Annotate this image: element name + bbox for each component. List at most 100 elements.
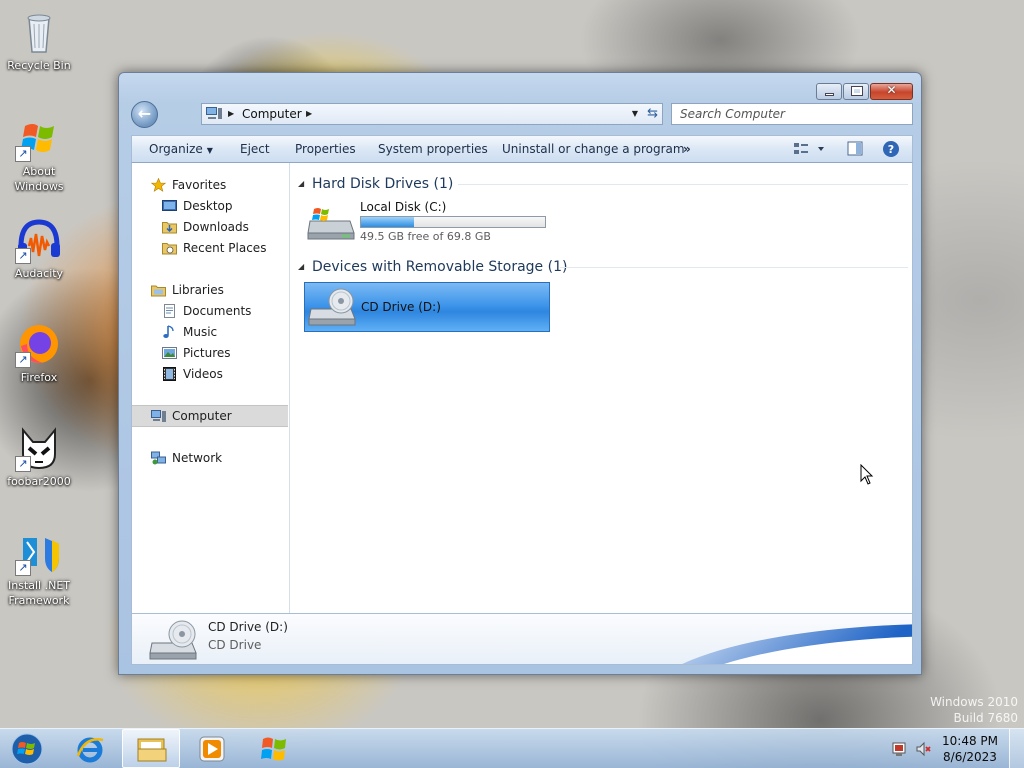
- nav-item-computer[interactable]: Computer: [132, 405, 288, 427]
- desktop-icon-about-windows[interactable]: ↗ About Windows: [1, 114, 77, 194]
- nav-label: Documents: [183, 304, 252, 318]
- collapse-triangle-icon[interactable]: ◢: [298, 262, 304, 271]
- group-divider: [458, 184, 908, 185]
- more-commands-button[interactable]: »: [683, 136, 691, 162]
- nav-item-favorites[interactable]: Favorites: [132, 175, 288, 195]
- desktop-icon-foobar2000[interactable]: ↗ foobar2000: [1, 424, 77, 489]
- downloads-folder-icon: [162, 222, 177, 234]
- nav-label: Libraries: [172, 283, 224, 297]
- main-pane: ◢ Hard Disk Drives (1) Local Disk (C:) 4…: [290, 163, 912, 613]
- music-note-icon: [163, 325, 174, 338]
- foobar2000-icon: ↗: [15, 424, 63, 472]
- navigation-pane: Favorites Desktop Downloads Recent Place…: [132, 163, 290, 613]
- group-header-removable-storage[interactable]: ◢ Devices with Removable Storage (1): [298, 257, 908, 277]
- breadcrumb-computer[interactable]: Computer: [242, 104, 302, 124]
- media-player-icon: [199, 736, 225, 762]
- computer-icon: [206, 107, 222, 119]
- volume-muted-icon[interactable]: [915, 741, 931, 757]
- details-pane: CD Drive (D:) CD Drive: [131, 613, 913, 665]
- desktop-icon-label: Recycle Bin: [7, 59, 71, 72]
- properties-button[interactable]: Properties: [295, 136, 356, 162]
- nav-item-desktop[interactable]: Desktop: [132, 196, 288, 216]
- organize-label: Organize: [149, 142, 203, 156]
- preview-pane-button[interactable]: [846, 140, 864, 158]
- nav-label: Pictures: [183, 346, 231, 360]
- clock-time: 10:48 PM: [942, 734, 998, 748]
- details-item-name: CD Drive (D:): [208, 620, 288, 634]
- breadcrumb-arrow-icon[interactable]: ▶: [306, 104, 312, 124]
- drive-local-disk-c[interactable]: Local Disk (C:) 49.5 GB free of 69.8 GB: [304, 199, 550, 249]
- group-divider: [560, 267, 908, 268]
- show-desktop-button[interactable]: [1009, 729, 1024, 768]
- close-button[interactable]: ✕: [870, 83, 913, 100]
- desktop-icon-recycle-bin[interactable]: Recycle Bin: [1, 8, 77, 73]
- net-installer-icon: ↗: [15, 528, 63, 576]
- hard-drive-icon: [307, 208, 355, 240]
- windows-flag-icon: [261, 737, 286, 761]
- collapse-triangle-icon[interactable]: ◢: [298, 179, 304, 188]
- shortcut-arrow-icon: ↗: [15, 352, 31, 368]
- organize-menu[interactable]: Organize ▼: [149, 136, 213, 162]
- search-input[interactable]: Search Computer: [671, 103, 913, 125]
- taskbar-windows-explorer[interactable]: [122, 729, 180, 768]
- refresh-icon[interactable]: ⇆: [647, 104, 658, 124]
- desktop-icon-install-net-framework[interactable]: ↗ Install .NET Framework: [1, 528, 77, 608]
- nav-label: Downloads: [183, 220, 249, 234]
- svg-text:?: ?: [888, 143, 894, 156]
- nav-item-recent-places[interactable]: Recent Places: [132, 238, 288, 258]
- nav-item-libraries[interactable]: Libraries: [132, 280, 288, 300]
- minimize-button[interactable]: [816, 83, 842, 100]
- address-bar[interactable]: ▶ Computer ▶ ▼ ⇆: [201, 103, 663, 125]
- help-button[interactable]: ?: [882, 140, 900, 158]
- action-center-flag-icon[interactable]: [891, 741, 907, 757]
- drive-usage-bar: [360, 216, 546, 228]
- star-icon: [151, 178, 166, 192]
- recycle-bin-icon: [15, 8, 63, 56]
- cd-drive-icon: [308, 288, 356, 326]
- nav-item-music[interactable]: Music: [132, 322, 288, 342]
- audacity-icon: ↗: [15, 216, 63, 264]
- nav-item-documents[interactable]: Documents: [132, 301, 288, 321]
- drive-cd-d[interactable]: CD Drive (D:): [304, 282, 550, 332]
- folder-icon: [137, 738, 167, 762]
- navigation-row: ← ▶ Computer ▶ ▼ ⇆ Search Computer: [131, 99, 913, 129]
- details-item-type: CD Drive: [208, 638, 262, 652]
- libraries-icon: [151, 285, 166, 297]
- nav-label: Network: [172, 451, 223, 465]
- group-title: Devices with Removable Storage (1): [312, 259, 568, 275]
- desktop-icon-audacity[interactable]: ↗ Audacity: [1, 216, 77, 281]
- close-icon: ✕: [886, 83, 897, 97]
- back-arrow-icon: ←: [137, 104, 152, 123]
- maximize-button[interactable]: [843, 83, 869, 100]
- watermark-line-2: Build 7680: [953, 711, 1018, 725]
- taskbar-media-player[interactable]: [183, 729, 241, 768]
- system-properties-button[interactable]: System properties: [378, 136, 488, 162]
- nav-item-network[interactable]: Network: [132, 448, 288, 468]
- system-clock[interactable]: 10:48 PM 8/6/2023: [942, 733, 998, 765]
- nav-item-pictures[interactable]: Pictures: [132, 343, 288, 363]
- start-button[interactable]: [0, 729, 56, 768]
- taskbar-windows-app[interactable]: [245, 729, 303, 768]
- clock-date: 8/6/2023: [943, 750, 997, 764]
- back-button[interactable]: ←: [131, 101, 158, 128]
- nav-item-videos[interactable]: Videos: [132, 364, 288, 384]
- desktop-icon-firefox[interactable]: ↗ Firefox: [1, 320, 77, 385]
- uninstall-program-button[interactable]: Uninstall or change a program: [502, 136, 685, 162]
- eject-button[interactable]: Eject: [240, 136, 270, 162]
- group-header-hard-disk-drives[interactable]: ◢ Hard Disk Drives (1): [298, 174, 908, 194]
- taskbar-internet-explorer[interactable]: [61, 729, 119, 768]
- address-dropdown-icon[interactable]: ▼: [632, 104, 638, 124]
- pictures-icon: [162, 347, 177, 359]
- shortcut-arrow-icon: ↗: [15, 146, 31, 162]
- desktop: Recycle Bin ↗ About Windows ↗ Audacity ↗…: [0, 0, 1024, 768]
- computer-icon: [151, 410, 166, 422]
- nav-item-downloads[interactable]: Downloads: [132, 217, 288, 237]
- internet-explorer-icon: [76, 737, 104, 763]
- breadcrumb-arrow-icon[interactable]: ▶: [228, 104, 234, 124]
- shortcut-arrow-icon: ↗: [15, 248, 31, 264]
- desktop-icon-label: Install .NET Framework: [7, 579, 70, 607]
- drive-name: CD Drive (D:): [361, 300, 441, 314]
- drive-name: Local Disk (C:): [360, 200, 447, 214]
- nav-label: Desktop: [183, 199, 233, 213]
- change-view-button[interactable]: [792, 140, 828, 158]
